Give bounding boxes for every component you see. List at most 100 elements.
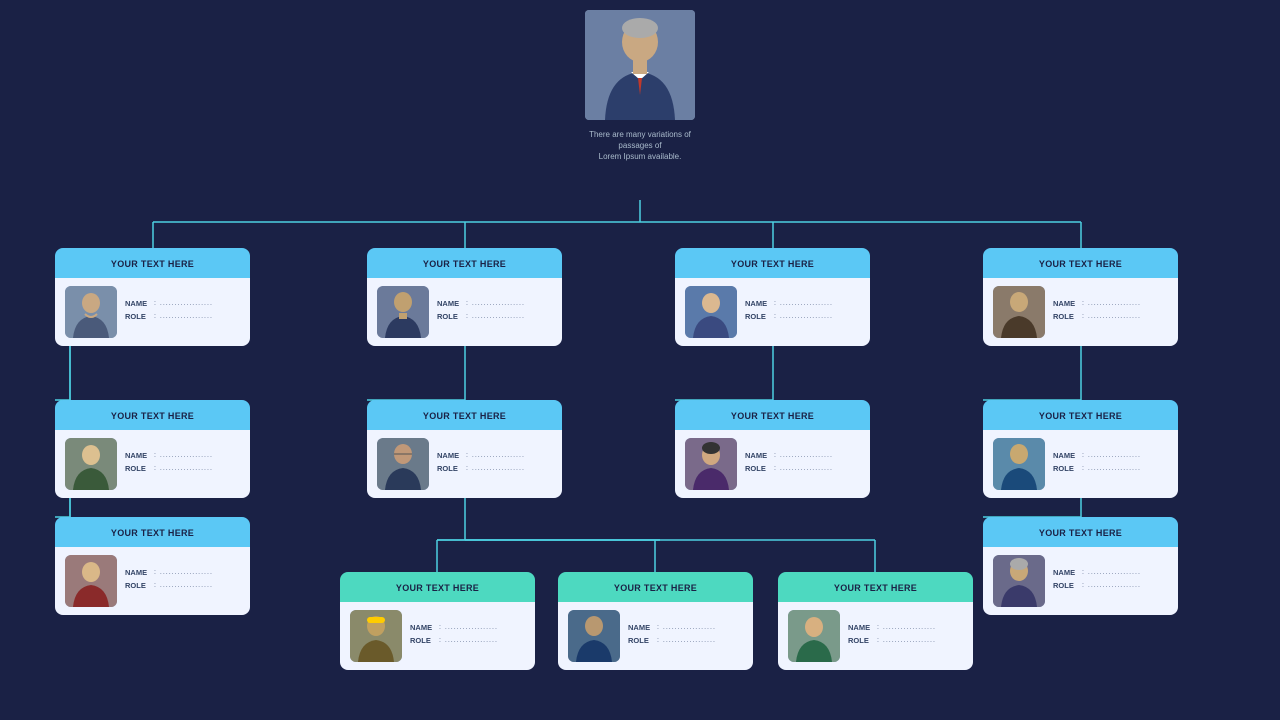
- card-body-c10: NAME : .................. ROLE : .......…: [340, 602, 535, 670]
- name-row-c10: NAME : ..................: [410, 623, 525, 632]
- org-card-c7: YOUR TEXT HERE NAME : ..................…: [675, 400, 870, 498]
- name-label-c1: NAME: [125, 299, 151, 308]
- name-row-c5: NAME : ..................: [125, 451, 240, 460]
- person-photo-c3: [685, 286, 737, 338]
- root-desc: There are many variations of passages of…: [580, 129, 700, 163]
- card-body-c12: NAME : .................. ROLE : .......…: [778, 602, 973, 670]
- role-row-c1: ROLE : ..................: [125, 312, 240, 321]
- card-header-c9: YOUR TEXT HERE: [55, 517, 250, 547]
- card-header-c11: YOUR TEXT HERE: [558, 572, 753, 602]
- card-title-c10: YOUR TEXT HERE: [396, 583, 479, 593]
- name-row-c7: NAME : ..................: [745, 451, 860, 460]
- org-card-c4: YOUR TEXT HERE NAME : ..................…: [983, 248, 1178, 346]
- card-header-c8: YOUR TEXT HERE: [983, 400, 1178, 430]
- root-node: There are many variations of passages of…: [580, 10, 700, 163]
- card-title-c6: YOUR TEXT HERE: [423, 411, 506, 421]
- name-dots-c7: : ..................: [774, 452, 833, 459]
- person-info-c9: NAME : .................. ROLE : .......…: [125, 568, 240, 594]
- person-info-c6: NAME : .................. ROLE : .......…: [437, 451, 552, 477]
- role-label-c2: ROLE: [437, 312, 463, 321]
- card-header-c5: YOUR TEXT HERE: [55, 400, 250, 430]
- card-body-c1: NAME : .................. ROLE : .......…: [55, 278, 250, 346]
- role-row-c5: ROLE : ..................: [125, 464, 240, 473]
- role-label-c3: ROLE: [745, 312, 771, 321]
- card-title-c13: YOUR TEXT HERE: [1039, 528, 1122, 538]
- root-photo: [585, 10, 695, 120]
- person-photo-c8: [993, 438, 1045, 490]
- role-dots-c8: : ..................: [1082, 465, 1141, 472]
- name-dots-c2: : ..................: [466, 300, 525, 307]
- role-row-c13: ROLE : ..................: [1053, 581, 1168, 590]
- card-title-c2: YOUR TEXT HERE: [423, 259, 506, 269]
- role-label-c5: ROLE: [125, 464, 151, 473]
- card-body-c9: NAME : .................. ROLE : .......…: [55, 547, 250, 615]
- card-body-c8: NAME : .................. ROLE : .......…: [983, 430, 1178, 498]
- name-label-c9: NAME: [125, 568, 151, 577]
- card-header-c1: YOUR TEXT HERE: [55, 248, 250, 278]
- card-title-c1: YOUR TEXT HERE: [111, 259, 194, 269]
- card-header-c12: YOUR TEXT HERE: [778, 572, 973, 602]
- name-label-c4: NAME: [1053, 299, 1079, 308]
- person-info-c13: NAME : .................. ROLE : .......…: [1053, 568, 1168, 594]
- name-row-c9: NAME : ..................: [125, 568, 240, 577]
- org-card-c11: YOUR TEXT HERE NAME : ..................…: [558, 572, 753, 670]
- card-body-c2: NAME : .................. ROLE : .......…: [367, 278, 562, 346]
- org-card-c9: YOUR TEXT HERE NAME : ..................…: [55, 517, 250, 615]
- person-photo-c10: [350, 610, 402, 662]
- name-label-c2: NAME: [437, 299, 463, 308]
- card-header-c7: YOUR TEXT HERE: [675, 400, 870, 430]
- role-row-c7: ROLE : ..................: [745, 464, 860, 473]
- person-info-c2: NAME : .................. ROLE : .......…: [437, 299, 552, 325]
- role-dots-c7: : ..................: [774, 465, 833, 472]
- role-row-c9: ROLE : ..................: [125, 581, 240, 590]
- role-dots-c13: : ..................: [1082, 582, 1141, 589]
- org-card-c1: YOUR TEXT HERE NAME : ..................…: [55, 248, 250, 346]
- role-label-c10: ROLE: [410, 636, 436, 645]
- role-dots-c10: : ..................: [439, 637, 498, 644]
- person-photo-c11: [568, 610, 620, 662]
- name-label-c8: NAME: [1053, 451, 1079, 460]
- role-dots-c6: : ..................: [466, 465, 525, 472]
- card-title-c7: YOUR TEXT HERE: [731, 411, 814, 421]
- card-header-c4: YOUR TEXT HERE: [983, 248, 1178, 278]
- role-label-c6: ROLE: [437, 464, 463, 473]
- role-label-c4: ROLE: [1053, 312, 1079, 321]
- role-row-c10: ROLE : ..................: [410, 636, 525, 645]
- org-card-c8: YOUR TEXT HERE NAME : ..................…: [983, 400, 1178, 498]
- person-photo-c12: [788, 610, 840, 662]
- role-label-c12: ROLE: [848, 636, 874, 645]
- name-dots-c3: : ..................: [774, 300, 833, 307]
- person-info-c1: NAME : .................. ROLE : .......…: [125, 299, 240, 325]
- person-info-c8: NAME : .................. ROLE : .......…: [1053, 451, 1168, 477]
- card-title-c8: YOUR TEXT HERE: [1039, 411, 1122, 421]
- name-row-c3: NAME : ..................: [745, 299, 860, 308]
- card-header-c13: YOUR TEXT HERE: [983, 517, 1178, 547]
- name-label-c5: NAME: [125, 451, 151, 460]
- org-card-c5: YOUR TEXT HERE NAME : ..................…: [55, 400, 250, 498]
- person-info-c10: NAME : .................. ROLE : .......…: [410, 623, 525, 649]
- role-dots-c1: : ..................: [154, 313, 213, 320]
- person-photo-c7: [685, 438, 737, 490]
- org-card-c6: YOUR TEXT HERE NAME : ..................…: [367, 400, 562, 498]
- name-label-c11: NAME: [628, 623, 654, 632]
- person-photo-c6: [377, 438, 429, 490]
- name-row-c6: NAME : ..................: [437, 451, 552, 460]
- card-body-c5: NAME : .................. ROLE : .......…: [55, 430, 250, 498]
- name-label-c13: NAME: [1053, 568, 1079, 577]
- person-photo-c1: [65, 286, 117, 338]
- card-body-c6: NAME : .................. ROLE : .......…: [367, 430, 562, 498]
- card-header-c2: YOUR TEXT HERE: [367, 248, 562, 278]
- card-body-c13: NAME : .................. ROLE : .......…: [983, 547, 1178, 615]
- org-card-c10: YOUR TEXT HERE NAME : ..................…: [340, 572, 535, 670]
- org-card-c12: YOUR TEXT HERE NAME : ..................…: [778, 572, 973, 670]
- person-photo-c13: [993, 555, 1045, 607]
- role-row-c11: ROLE : ..................: [628, 636, 743, 645]
- card-body-c4: NAME : .................. ROLE : .......…: [983, 278, 1178, 346]
- card-header-c10: YOUR TEXT HERE: [340, 572, 535, 602]
- name-dots-c1: : ..................: [154, 300, 213, 307]
- person-info-c3: NAME : .................. ROLE : .......…: [745, 299, 860, 325]
- role-label-c9: ROLE: [125, 581, 151, 590]
- person-photo-c5: [65, 438, 117, 490]
- card-title-c11: YOUR TEXT HERE: [614, 583, 697, 593]
- name-row-c4: NAME : ..................: [1053, 299, 1168, 308]
